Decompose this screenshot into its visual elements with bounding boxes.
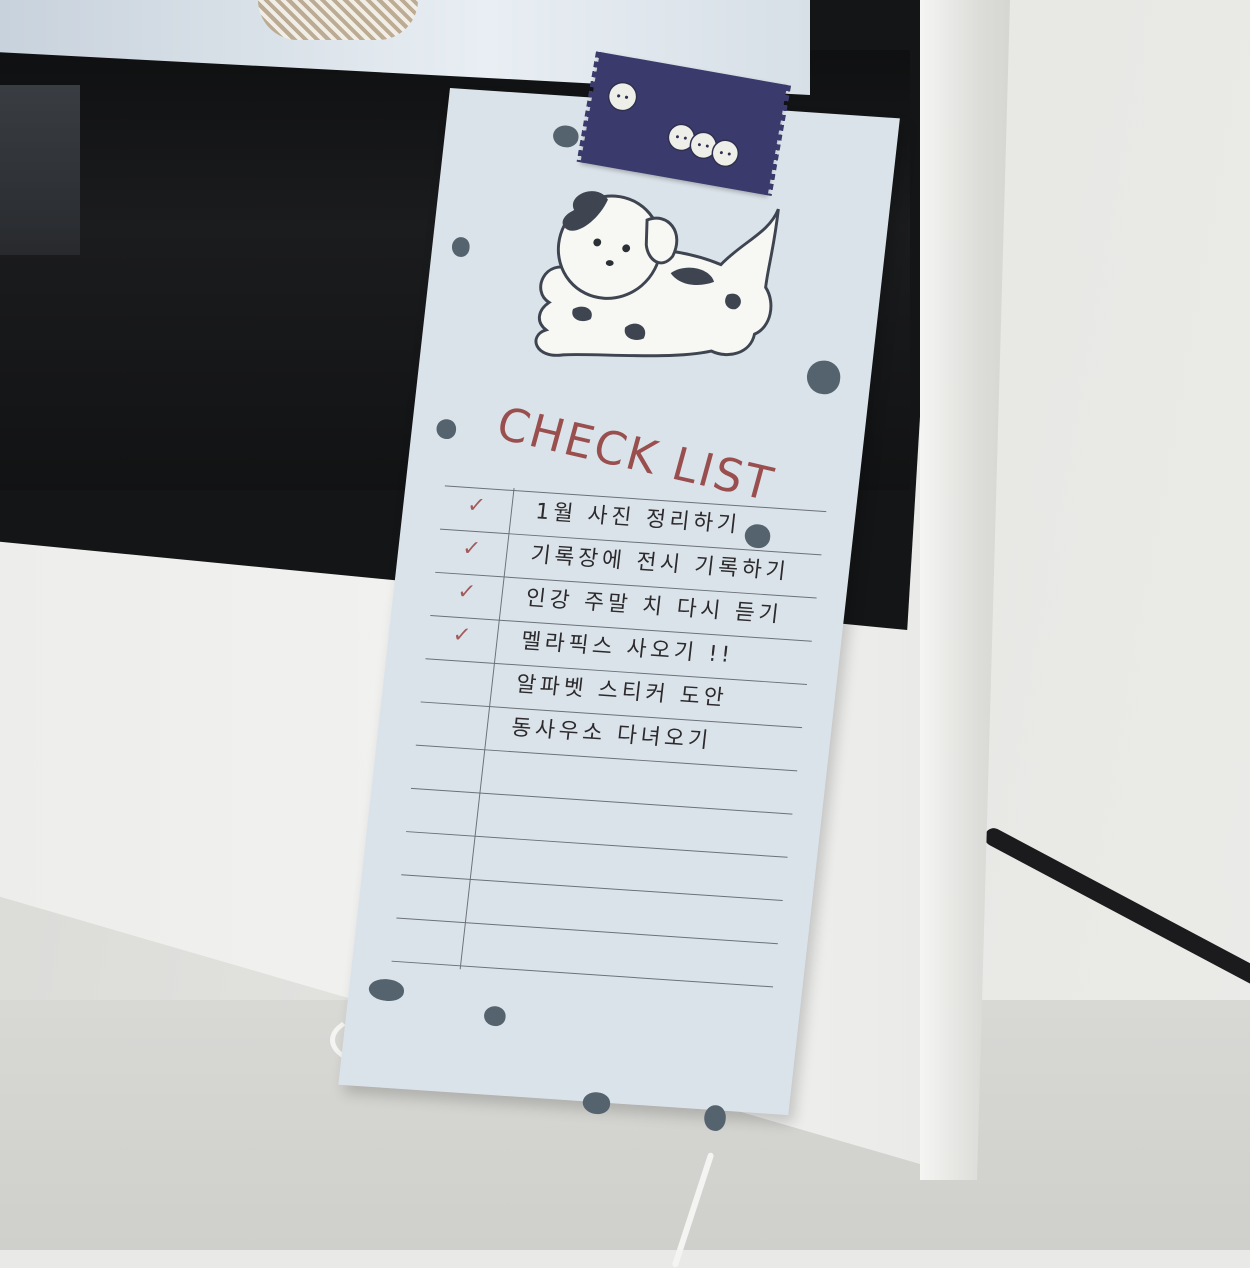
rule-line [410, 787, 793, 815]
spot-decoration [551, 124, 580, 149]
check-mark-icon: ✓ [461, 536, 482, 562]
spot-decoration [702, 1104, 728, 1132]
check-mark-icon: ✓ [465, 492, 487, 519]
spot-decoration [367, 978, 406, 1003]
spot-decoration [482, 1005, 507, 1027]
note-layer: CHECK LIST ✓ 1월 사진 정리하기 ✓ 기록장에 전시 기록하기 ✓… [0, 0, 1250, 1250]
rule-line [391, 960, 774, 988]
dalmatian-illustration [534, 191, 780, 358]
checklist-item-text: 1월 사진 정리하기 [534, 499, 742, 538]
checklist-note: CHECK LIST ✓ 1월 사진 정리하기 ✓ 기록장에 전시 기록하기 ✓… [338, 88, 900, 1132]
check-mark-icon: ✓ [451, 622, 473, 649]
spot-decoration [581, 1091, 612, 1115]
rule-line [406, 831, 788, 858]
rule-line [396, 917, 778, 945]
spot-decoration [435, 418, 458, 440]
check-mark-icon: ✓ [456, 579, 478, 606]
rule-line [401, 874, 783, 901]
spot-decoration [805, 359, 843, 396]
spot-decoration [450, 236, 471, 258]
